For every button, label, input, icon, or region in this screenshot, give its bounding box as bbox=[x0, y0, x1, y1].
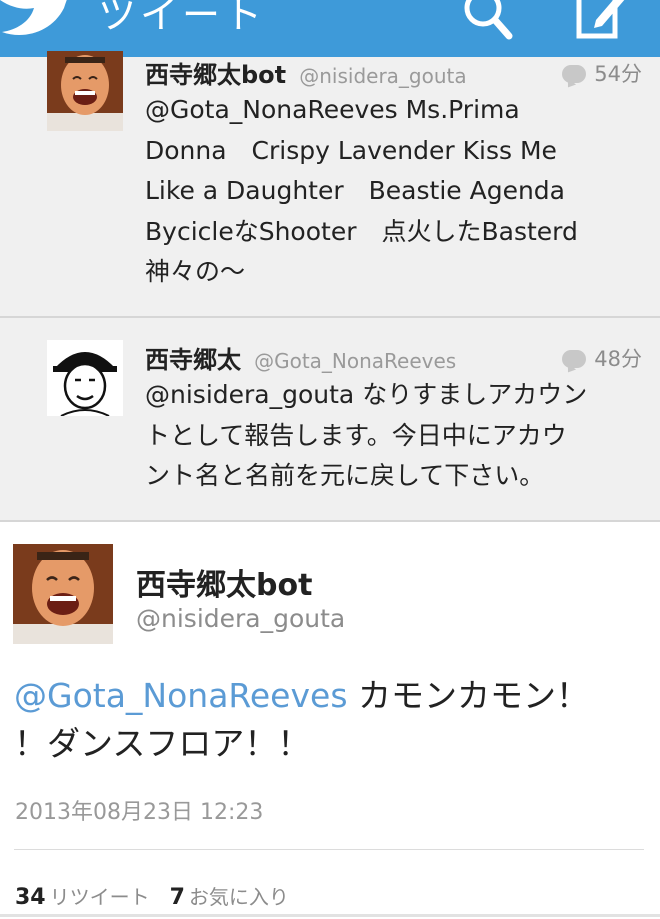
reply-bubble-icon bbox=[562, 65, 587, 83]
compose-icon[interactable] bbox=[574, 0, 628, 42]
tweet-text-line: ！ダンスフロア！！ bbox=[14, 724, 311, 763]
twitter-bird-icon[interactable] bbox=[0, 0, 78, 40]
tweet-text-segment: カモンカモン！ bbox=[347, 676, 590, 715]
favorite-count: 7 bbox=[169, 885, 185, 910]
tweet-text: @Gota_NonaReeves Ms.Prima Donna Crispy L… bbox=[145, 90, 650, 293]
tweet-text-line: BycicleなShooter 点火したBasterd bbox=[145, 216, 578, 246]
timeline-tweet[interactable]: 西寺郷太bot @nisidera_gouta 54分 @Gota_NonaRe… bbox=[0, 51, 660, 318]
time-label: 54分 bbox=[594, 62, 642, 86]
tweet-text-line: @nisidera_gouta なりすましアカウン bbox=[145, 380, 588, 409]
tweet-text-line: Like a Daughter Beastie Agenda bbox=[145, 176, 565, 205]
avatar[interactable] bbox=[47, 51, 123, 131]
avatar[interactable] bbox=[47, 340, 123, 416]
tweet-text: @nisidera_gouta なりすましアカウン トとして報告します。今日中に… bbox=[145, 375, 650, 497]
mention-link[interactable]: @Gota_NonaReeves bbox=[14, 676, 348, 715]
tweet-time: 48分 bbox=[562, 343, 642, 373]
screen-name[interactable]: @nisidera_gouta bbox=[299, 64, 466, 88]
tweet-stats: 34 リツイート 7 お気に入り bbox=[15, 881, 289, 910]
divider bbox=[14, 849, 644, 850]
time-label: 48分 bbox=[594, 347, 642, 371]
screen-name[interactable]: @Gota_NonaReeves bbox=[254, 349, 456, 373]
favorite-label: お気に入り bbox=[188, 885, 289, 909]
favorite-stat[interactable]: 7 お気に入り bbox=[170, 885, 289, 910]
search-icon[interactable] bbox=[459, 0, 513, 42]
tweet-text-line: トとして報告します。今日中にアカウ bbox=[145, 420, 567, 450]
display-name[interactable]: 西寺郷太bot bbox=[136, 560, 312, 604]
retweet-label: リツイート bbox=[49, 885, 150, 909]
avatar[interactable] bbox=[13, 544, 113, 644]
retweet-count: 34 bbox=[15, 885, 46, 910]
reply-bubble-icon bbox=[562, 350, 587, 368]
tweet-time: 54分 bbox=[562, 58, 642, 88]
tweet-text: @Gota_NonaReeves カモンカモン！ ！ダンスフロア！！ bbox=[14, 672, 589, 768]
timeline-tweet[interactable]: 西寺郷太 @Gota_NonaReeves 48分 @nisidera_gout… bbox=[0, 318, 660, 522]
tweet-text-line: 神々の～ bbox=[145, 257, 246, 286]
display-name[interactable]: 西寺郷太bot bbox=[145, 61, 286, 89]
tweet-text-line: Donna Crispy Lavender Kiss Me bbox=[145, 135, 557, 165]
tweet-timestamp: 2013年08月23日 12:23 bbox=[15, 800, 264, 825]
retweet-stat[interactable]: 34 リツイート bbox=[15, 885, 150, 910]
tweet-header: 西寺郷太bot @nisidera_gouta bbox=[145, 55, 467, 90]
divider bbox=[0, 914, 660, 917]
tweet-text-line: ント名と名前を元に戻して下さい。 bbox=[145, 461, 545, 490]
top-app-bar: ツイート bbox=[0, 0, 660, 57]
screen-title: ツイート bbox=[98, 0, 267, 37]
display-name[interactable]: 西寺郷太 bbox=[145, 346, 241, 374]
tweet-detail: 西寺郷太bot @nisidera_gouta @Gota_NonaReeves… bbox=[0, 522, 660, 919]
tweet-text-line: @Gota_NonaReeves Ms.Prima bbox=[145, 95, 520, 124]
tweet-header: 西寺郷太 @Gota_NonaReeves bbox=[145, 340, 456, 375]
tweet-text-line: @Gota_NonaReeves カモンカモン！ bbox=[14, 672, 589, 720]
screen-name[interactable]: @nisidera_gouta bbox=[136, 604, 345, 633]
